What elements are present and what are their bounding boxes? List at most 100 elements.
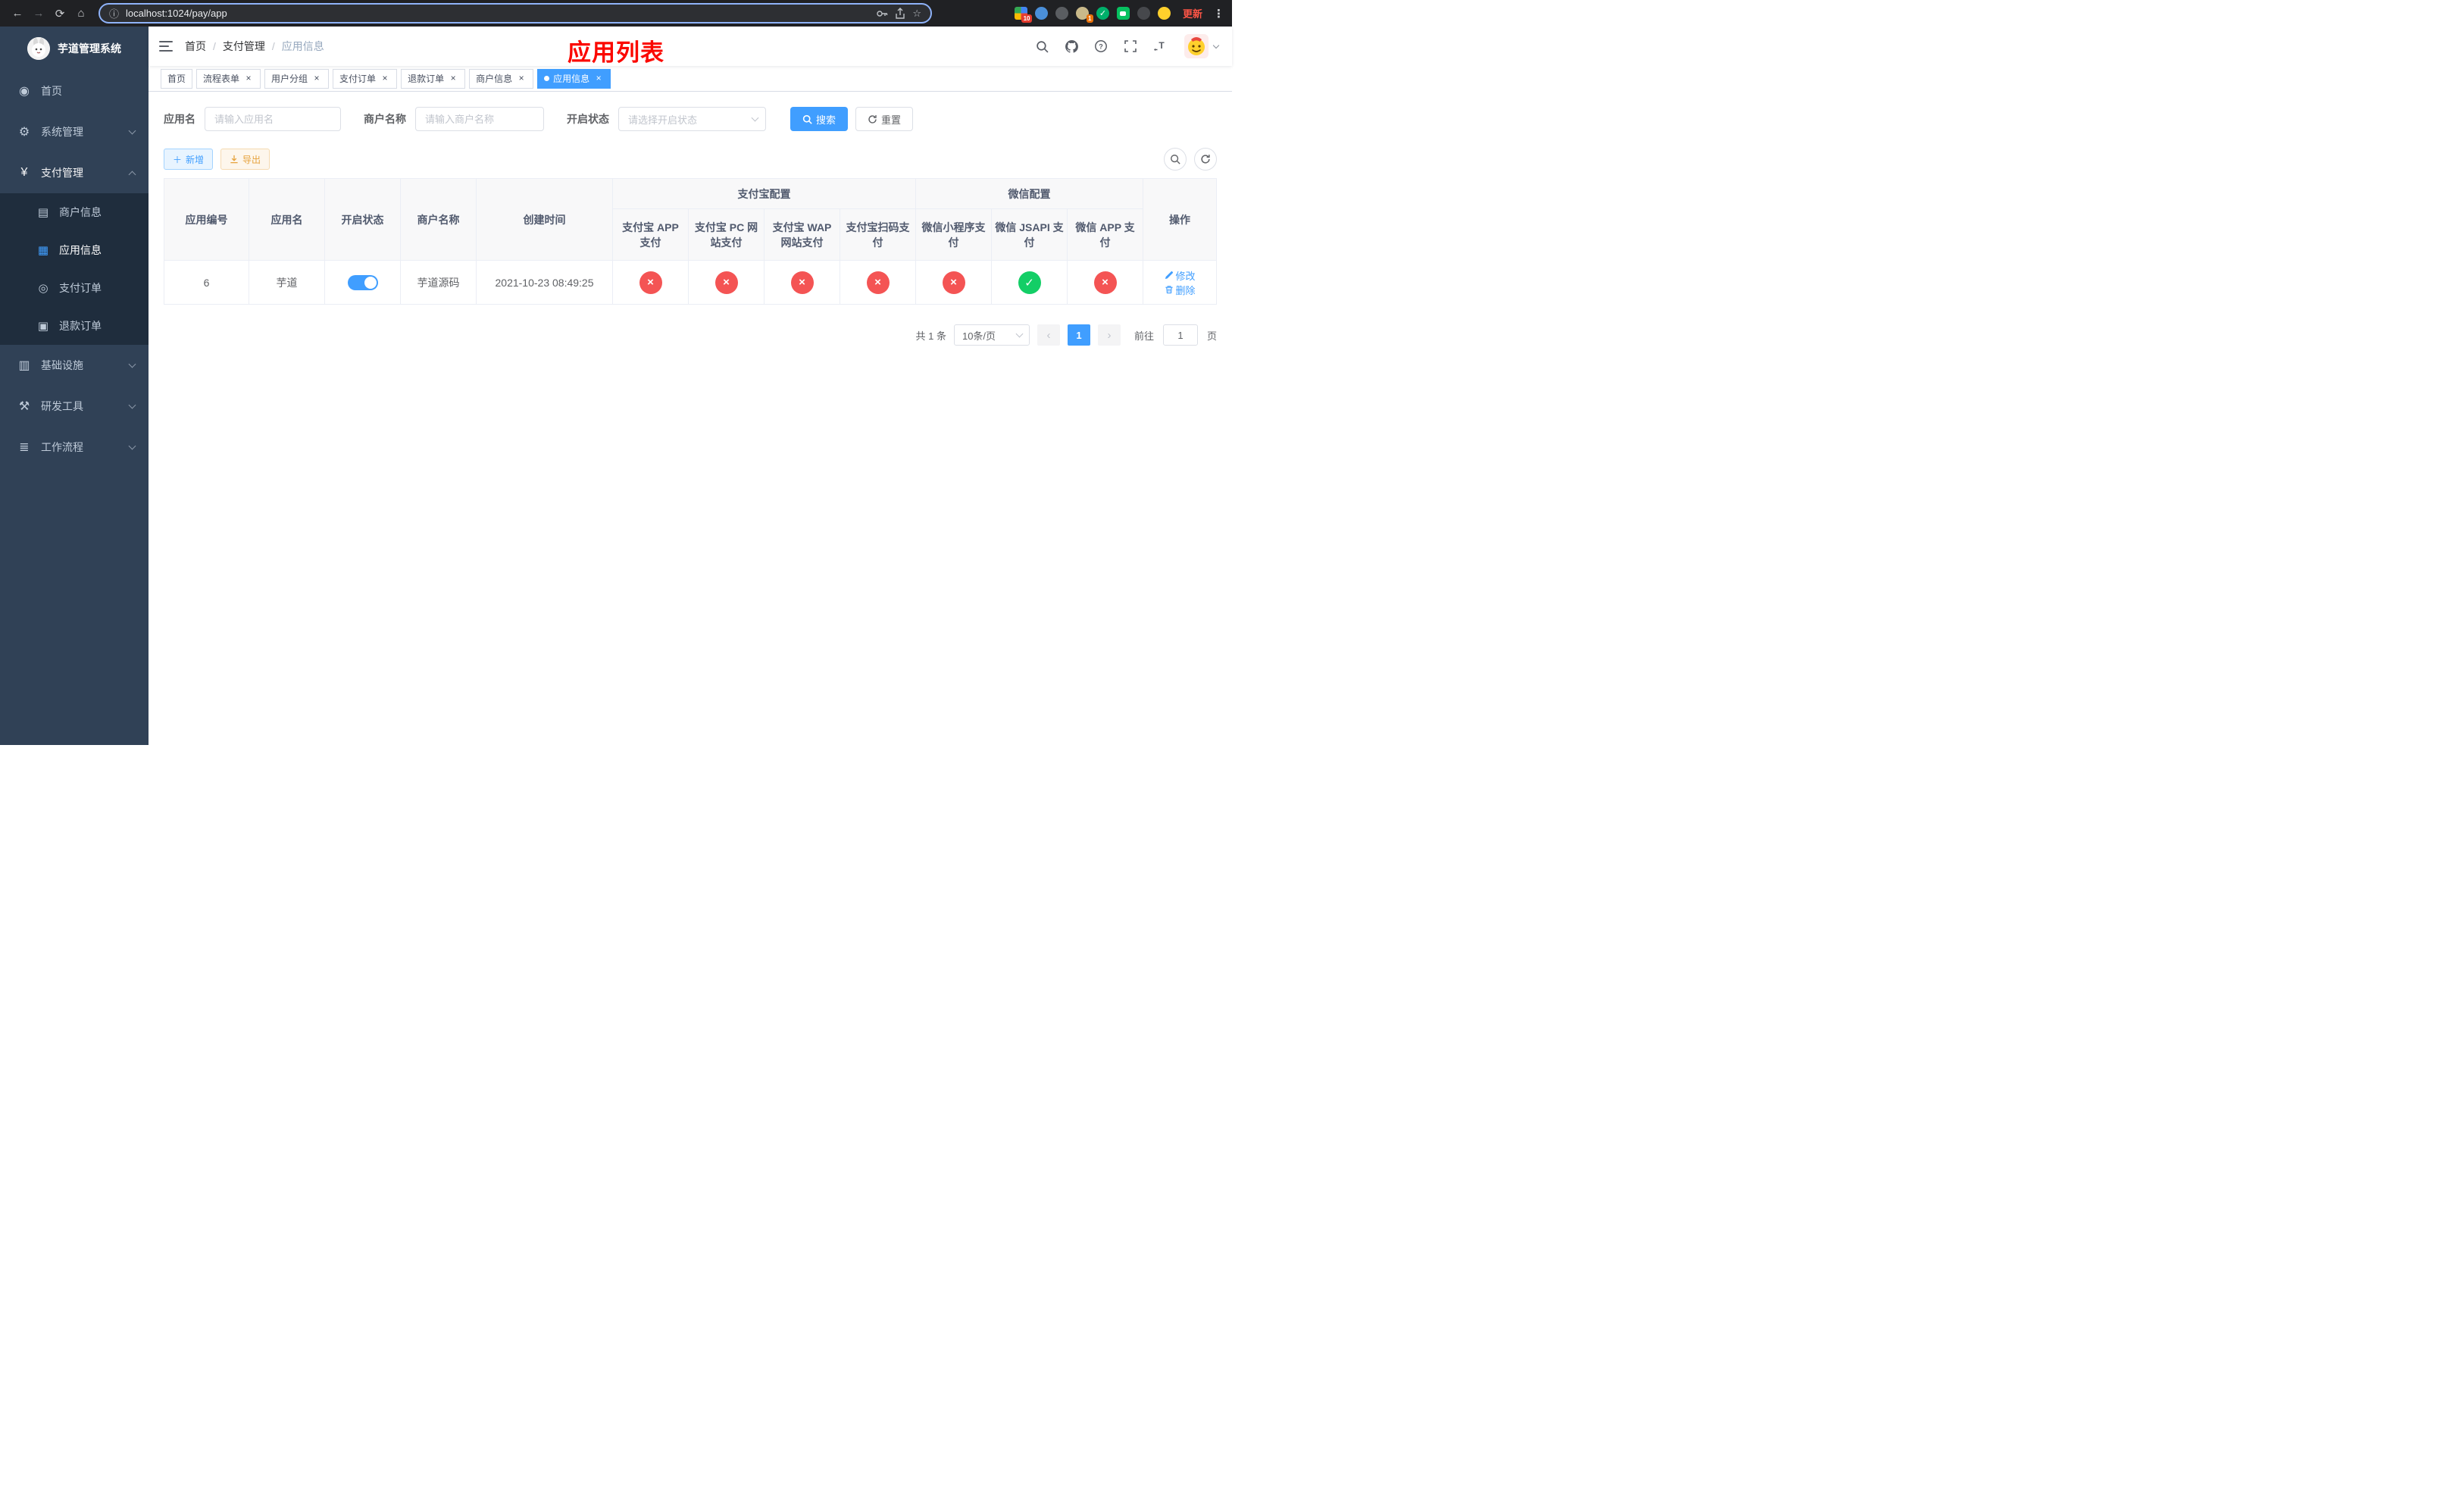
- url-text[interactable]: localhost:1024/pay/app: [126, 8, 869, 19]
- reset-button-label: 重置: [881, 114, 902, 126]
- table-toolbar: ＋ 新增 导出: [164, 148, 1217, 171]
- col-header-merchant: 商户名称: [400, 178, 477, 261]
- app-name-input[interactable]: [205, 107, 341, 131]
- tab-label: 退款订单: [408, 74, 445, 84]
- sidebar-item-payment[interactable]: ¥ 支付管理: [0, 152, 149, 193]
- profile-avatar-icon[interactable]: [1157, 7, 1171, 20]
- chevron-down-icon: [128, 127, 136, 134]
- sidebar-item-merchant-info[interactable]: ▤ 商户信息: [0, 193, 149, 231]
- gear-icon: ⚙: [18, 126, 30, 139]
- close-icon[interactable]: ×: [380, 73, 390, 84]
- app-grid-icon: ▦: [37, 244, 49, 257]
- site-info-icon[interactable]: ⓘ: [109, 6, 119, 20]
- tab-app-info[interactable]: 应用信息 ×: [537, 68, 611, 89]
- address-bar[interactable]: ⓘ localhost:1024/pay/app ☆: [98, 3, 932, 23]
- sidebar-item-infra[interactable]: ▥ 基础设施: [0, 345, 149, 386]
- sidebar-item-label: 研发工具: [41, 400, 83, 412]
- reload-icon[interactable]: ⟳: [50, 4, 70, 23]
- status-select[interactable]: 请选择开启状态: [618, 107, 766, 131]
- alipay-app-status-icon: ×: [639, 271, 662, 294]
- delete-button[interactable]: 删除: [1165, 283, 1196, 297]
- share-icon[interactable]: [895, 7, 905, 20]
- merchant-card-icon: ▤: [37, 206, 49, 219]
- page-size-select[interactable]: 10条/页: [953, 324, 1030, 346]
- tab-pay-orders[interactable]: 支付订单 ×: [333, 68, 398, 89]
- extension-badge: 10: [1021, 14, 1032, 23]
- sidebar-item-devtools[interactable]: ⚒ 研发工具: [0, 386, 149, 427]
- extension-avatar-icon[interactable]: 1: [1075, 7, 1093, 23]
- page-overlay-title: 应用列表: [568, 39, 664, 66]
- sidebar-item-label: 商户信息: [59, 206, 102, 218]
- dashboard-icon: ◉: [19, 85, 30, 98]
- chrome-update-button[interactable]: 更新: [1183, 6, 1202, 20]
- breadcrumb-payment[interactable]: 支付管理: [223, 39, 265, 54]
- edit-button[interactable]: 修改: [1165, 268, 1196, 283]
- merchant-name-input[interactable]: [415, 107, 544, 131]
- sidebar-menu: ◉ 首页 ⚙ 系统管理 ¥ 支付管理 ▤ 商户信息 ▦ 应用信息 ◎ 支付订单 …: [0, 70, 149, 468]
- close-icon[interactable]: ×: [516, 73, 527, 84]
- close-icon[interactable]: ×: [243, 73, 254, 84]
- sidebar-item-refund-orders[interactable]: ▣ 退款订单: [0, 307, 149, 345]
- extension-dark-icon[interactable]: [1055, 7, 1068, 20]
- sidebar-item-pay-orders[interactable]: ◎ 支付订单: [0, 269, 149, 307]
- close-icon[interactable]: ×: [311, 73, 322, 84]
- browser-menu-icon[interactable]: ⋮: [1213, 7, 1224, 20]
- page: ← → ⟳ ⌂ ⓘ localhost:1024/pay/app ☆ 10 1 …: [0, 0, 1232, 745]
- toggle-search-button[interactable]: [1164, 148, 1187, 171]
- password-key-icon[interactable]: [876, 8, 888, 20]
- sidebar-item-app-info[interactable]: ▦ 应用信息: [0, 231, 149, 269]
- extension-grid-icon[interactable]: 10: [1014, 7, 1032, 23]
- tab-home[interactable]: 首页: [161, 68, 193, 89]
- search-button[interactable]: 搜索: [790, 107, 849, 131]
- reset-button[interactable]: 重置: [855, 107, 914, 131]
- breadcrumb-home[interactable]: 首页: [185, 39, 206, 54]
- home-icon[interactable]: ⌂: [71, 4, 91, 23]
- extension-chat-icon[interactable]: [1116, 7, 1130, 20]
- extensions-puzzle-icon[interactable]: [1137, 7, 1150, 20]
- page-size-value: 10条/页: [962, 330, 996, 342]
- extension-badge: 1: [1086, 14, 1093, 23]
- forward-icon[interactable]: →: [29, 4, 48, 23]
- top-navbar: 首页 / 支付管理 / 应用信息 ? T: [149, 27, 1232, 66]
- goto-page-input[interactable]: [1162, 324, 1198, 346]
- tab-user-group[interactable]: 用户分组 ×: [264, 68, 330, 89]
- fullscreen-icon[interactable]: [1122, 38, 1139, 55]
- col-header-alipay-app: 支付宝 APP 支付: [612, 208, 689, 261]
- font-size-icon[interactable]: T: [1152, 38, 1168, 55]
- payment-submenu: ▤ 商户信息 ▦ 应用信息 ◎ 支付订单 ▣ 退款订单: [0, 193, 149, 345]
- pagination-total: 共 1 条: [915, 330, 946, 342]
- bookmark-star-icon[interactable]: ☆: [912, 8, 921, 20]
- prev-page-button[interactable]: ‹: [1037, 324, 1060, 346]
- sidebar-item-system[interactable]: ⚙ 系统管理: [0, 111, 149, 152]
- status-toggle[interactable]: [347, 274, 378, 290]
- search-icon[interactable]: [1033, 38, 1050, 55]
- pagination: 共 1 条 10条/页 ‹ 1 › 前往 页: [164, 324, 1217, 346]
- sidebar-item-label: 首页: [41, 85, 62, 97]
- next-page-button[interactable]: ›: [1097, 324, 1121, 346]
- help-icon[interactable]: ?: [1093, 38, 1109, 55]
- user-avatar[interactable]: [1184, 34, 1220, 58]
- sidebar-item-home[interactable]: ◉ 首页: [0, 70, 149, 111]
- refresh-button[interactable]: [1194, 148, 1217, 171]
- col-header-wx-jsapi: 微信 JSAPI 支付: [991, 208, 1068, 261]
- cell-status: [324, 260, 401, 305]
- active-dot: [544, 76, 550, 81]
- page-number-current[interactable]: 1: [1067, 324, 1090, 346]
- github-icon[interactable]: [1063, 38, 1080, 55]
- cell-merchant: 芋道源码: [400, 260, 477, 305]
- extension-check-icon[interactable]: ✓: [1096, 7, 1109, 20]
- trash-icon: [1165, 286, 1173, 294]
- tab-refund-orders[interactable]: 退款订单 ×: [401, 68, 466, 89]
- close-icon[interactable]: ×: [448, 73, 458, 84]
- sidebar-item-label: 退款订单: [59, 320, 102, 332]
- tab-merchant-info[interactable]: 商户信息 ×: [469, 68, 534, 89]
- back-icon[interactable]: ←: [8, 4, 27, 23]
- close-icon[interactable]: ×: [593, 73, 604, 84]
- tab-process-form[interactable]: 流程表单 ×: [196, 68, 261, 89]
- wx-app-status-icon: ×: [1093, 271, 1117, 294]
- extension-drop-icon[interactable]: [1034, 7, 1048, 20]
- export-button[interactable]: 导出: [220, 149, 270, 170]
- sidebar-item-workflow[interactable]: ≣ 工作流程: [0, 427, 149, 468]
- add-button[interactable]: ＋ 新增: [164, 149, 214, 170]
- hamburger-icon[interactable]: [159, 40, 173, 52]
